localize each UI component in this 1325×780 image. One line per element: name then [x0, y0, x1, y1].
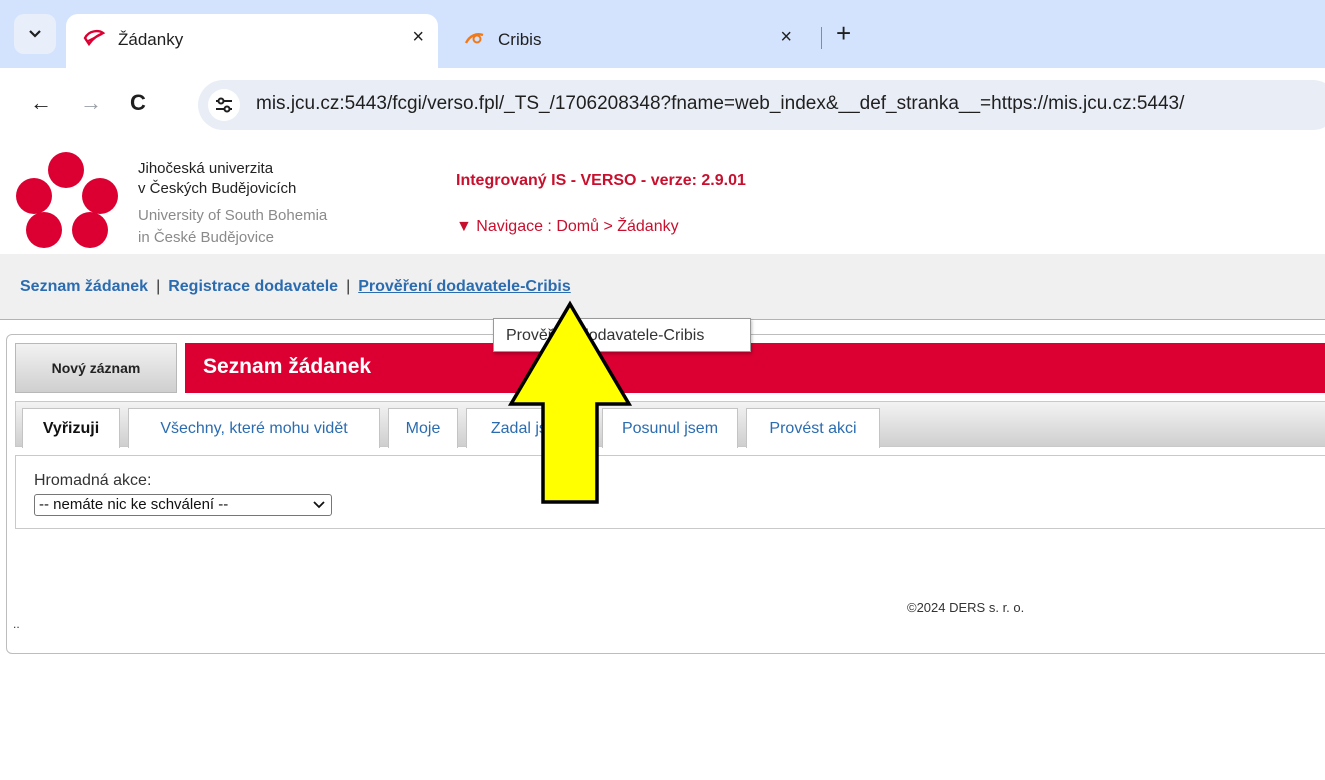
- tab-separator: [821, 27, 822, 49]
- browser-tab-bar: Žádanky × Cribis × +: [0, 0, 1325, 68]
- footer-dots: ..: [13, 617, 20, 631]
- tune-icon: [216, 97, 232, 113]
- breadcrumb[interactable]: ▼ Navigace : Domů > Žádanky: [456, 218, 679, 236]
- tab-provest-akci[interactable]: Provést akci: [746, 408, 880, 448]
- url-text[interactable]: mis.jcu.cz:5443/fcgi/verso.fpl/_TS_/1706…: [256, 93, 1184, 115]
- address-bar[interactable]: mis.jcu.cz:5443/fcgi/verso.fpl/_TS_/1706…: [198, 80, 1325, 130]
- back-button[interactable]: ←: [30, 90, 52, 116]
- panel-title-bar: Seznam žádanek: [185, 343, 1325, 393]
- university-name-en: University of South Bohemia: [138, 207, 328, 224]
- tab-search-button[interactable]: [14, 14, 56, 54]
- university-city-cz: v Českých Budějovicích: [138, 180, 297, 197]
- verso-favicon-icon: [83, 29, 106, 47]
- main-menu: Seznam žádanek | Registrace dodavatele | Pro…: [0, 254, 1325, 320]
- university-logo-icon: [16, 152, 118, 248]
- close-tab-icon[interactable]: ×: [412, 26, 424, 49]
- new-record-button[interactable]: Nový záznam: [15, 343, 177, 393]
- tab-title: Cribis: [498, 30, 542, 49]
- requests-panel: Nový záznam Seznam žádanek Vyřizuji Všec…: [6, 334, 1325, 654]
- bulk-action-value: -- nemáte nic ke schválení --: [39, 496, 229, 513]
- tab-vsechny[interactable]: Všechny, které mohu vidět: [128, 408, 380, 448]
- browser-toolbar: ← → C mis.jcu.cz:5443/fcgi/verso.fpl/_TS…: [0, 68, 1325, 142]
- menu-link-registrace-dodavatele[interactable]: Registrace dodavatele: [168, 278, 338, 295]
- tab-title: Žádanky: [118, 30, 184, 49]
- menu-separator: |: [156, 278, 161, 295]
- chevron-down-icon: [313, 501, 325, 509]
- bulk-action-select[interactable]: -- nemáte nic ke schválení --: [34, 494, 332, 516]
- university-city-en: in České Budějovice: [138, 229, 274, 246]
- university-name-cz: Jihočeská univerzita: [138, 160, 274, 177]
- menu-link-seznam-zadanek[interactable]: Seznam žádanek: [20, 278, 148, 295]
- forward-button[interactable]: →: [80, 90, 102, 116]
- tab-cribis[interactable]: Cribis ×: [446, 14, 806, 68]
- bulk-action-label: Hromadná akce:: [34, 472, 152, 489]
- yellow-arrow-annotation: [507, 300, 633, 504]
- tab-vyrizuji[interactable]: Vyřizuji: [22, 408, 120, 448]
- menu-link-provereni-dodavatele[interactable]: Prověření dodavatele-Cribis: [358, 278, 571, 295]
- page-header: Jihočeská univerzita v Českých Budějovic…: [0, 142, 1325, 254]
- copyright-text: ©2024 DERS s. r. o.: [907, 600, 1025, 615]
- chevron-down-icon: [29, 30, 41, 38]
- panel-title: Seznam žádanek: [203, 355, 372, 378]
- menu-separator: |: [346, 278, 351, 295]
- app-title: Integrovaný IS - VERSO - verze: 2.9.01: [456, 172, 746, 189]
- reload-button[interactable]: C: [130, 90, 146, 116]
- page-content: Jihočeská univerzita v Českých Budějovic…: [0, 142, 1325, 780]
- new-tab-button[interactable]: +: [836, 18, 851, 49]
- tab-moje[interactable]: Moje: [388, 408, 458, 448]
- bulk-action-box: Hromadná akce: -- nemáte nic ke schválen…: [15, 455, 1325, 529]
- tab-zadanky[interactable]: Žádanky ×: [66, 14, 438, 68]
- close-tab-icon[interactable]: ×: [780, 26, 792, 49]
- site-info-button[interactable]: [208, 89, 240, 121]
- cribis-favicon-icon: [464, 33, 484, 44]
- filter-tabs: Vyřizuji Všechny, které mohu vidět Moje …: [15, 401, 1325, 448]
